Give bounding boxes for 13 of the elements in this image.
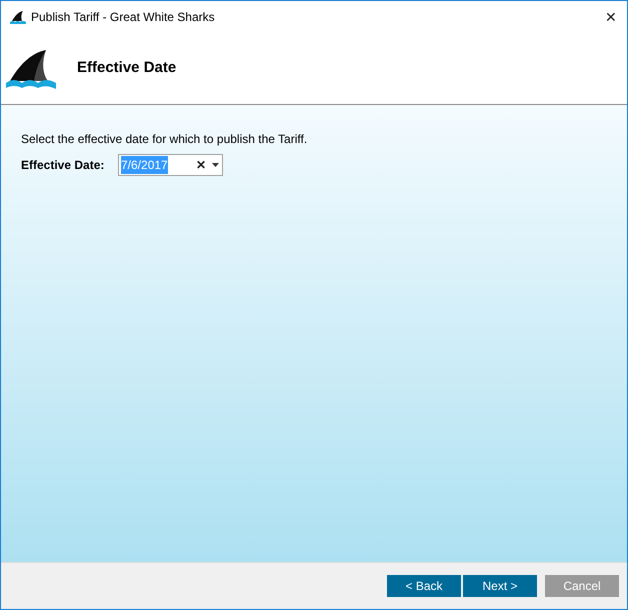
fin-logo-icon bbox=[10, 10, 26, 24]
date-value: 7/6/2017 bbox=[121, 156, 168, 174]
dropdown-caret-icon[interactable] bbox=[212, 163, 219, 167]
wizard-button[interactable]: < Back bbox=[387, 575, 461, 597]
close-button[interactable]: ✕ bbox=[605, 10, 617, 24]
wizard-button[interactable]: Next > bbox=[463, 575, 537, 597]
instruction-text: Select the effective date for which to publish the Tariff. bbox=[21, 131, 308, 148]
shark-fin-logo-icon bbox=[6, 47, 56, 89]
clear-button[interactable]: ✕ bbox=[196, 159, 206, 171]
window-title: Publish Tariff - Great White Sharks bbox=[31, 8, 215, 26]
page-heading: Effective Date bbox=[77, 58, 176, 78]
effective-date-label: Effective Date: bbox=[21, 157, 106, 174]
date-picker-field[interactable]: 7/6/2017 ✕ bbox=[118, 154, 223, 176]
